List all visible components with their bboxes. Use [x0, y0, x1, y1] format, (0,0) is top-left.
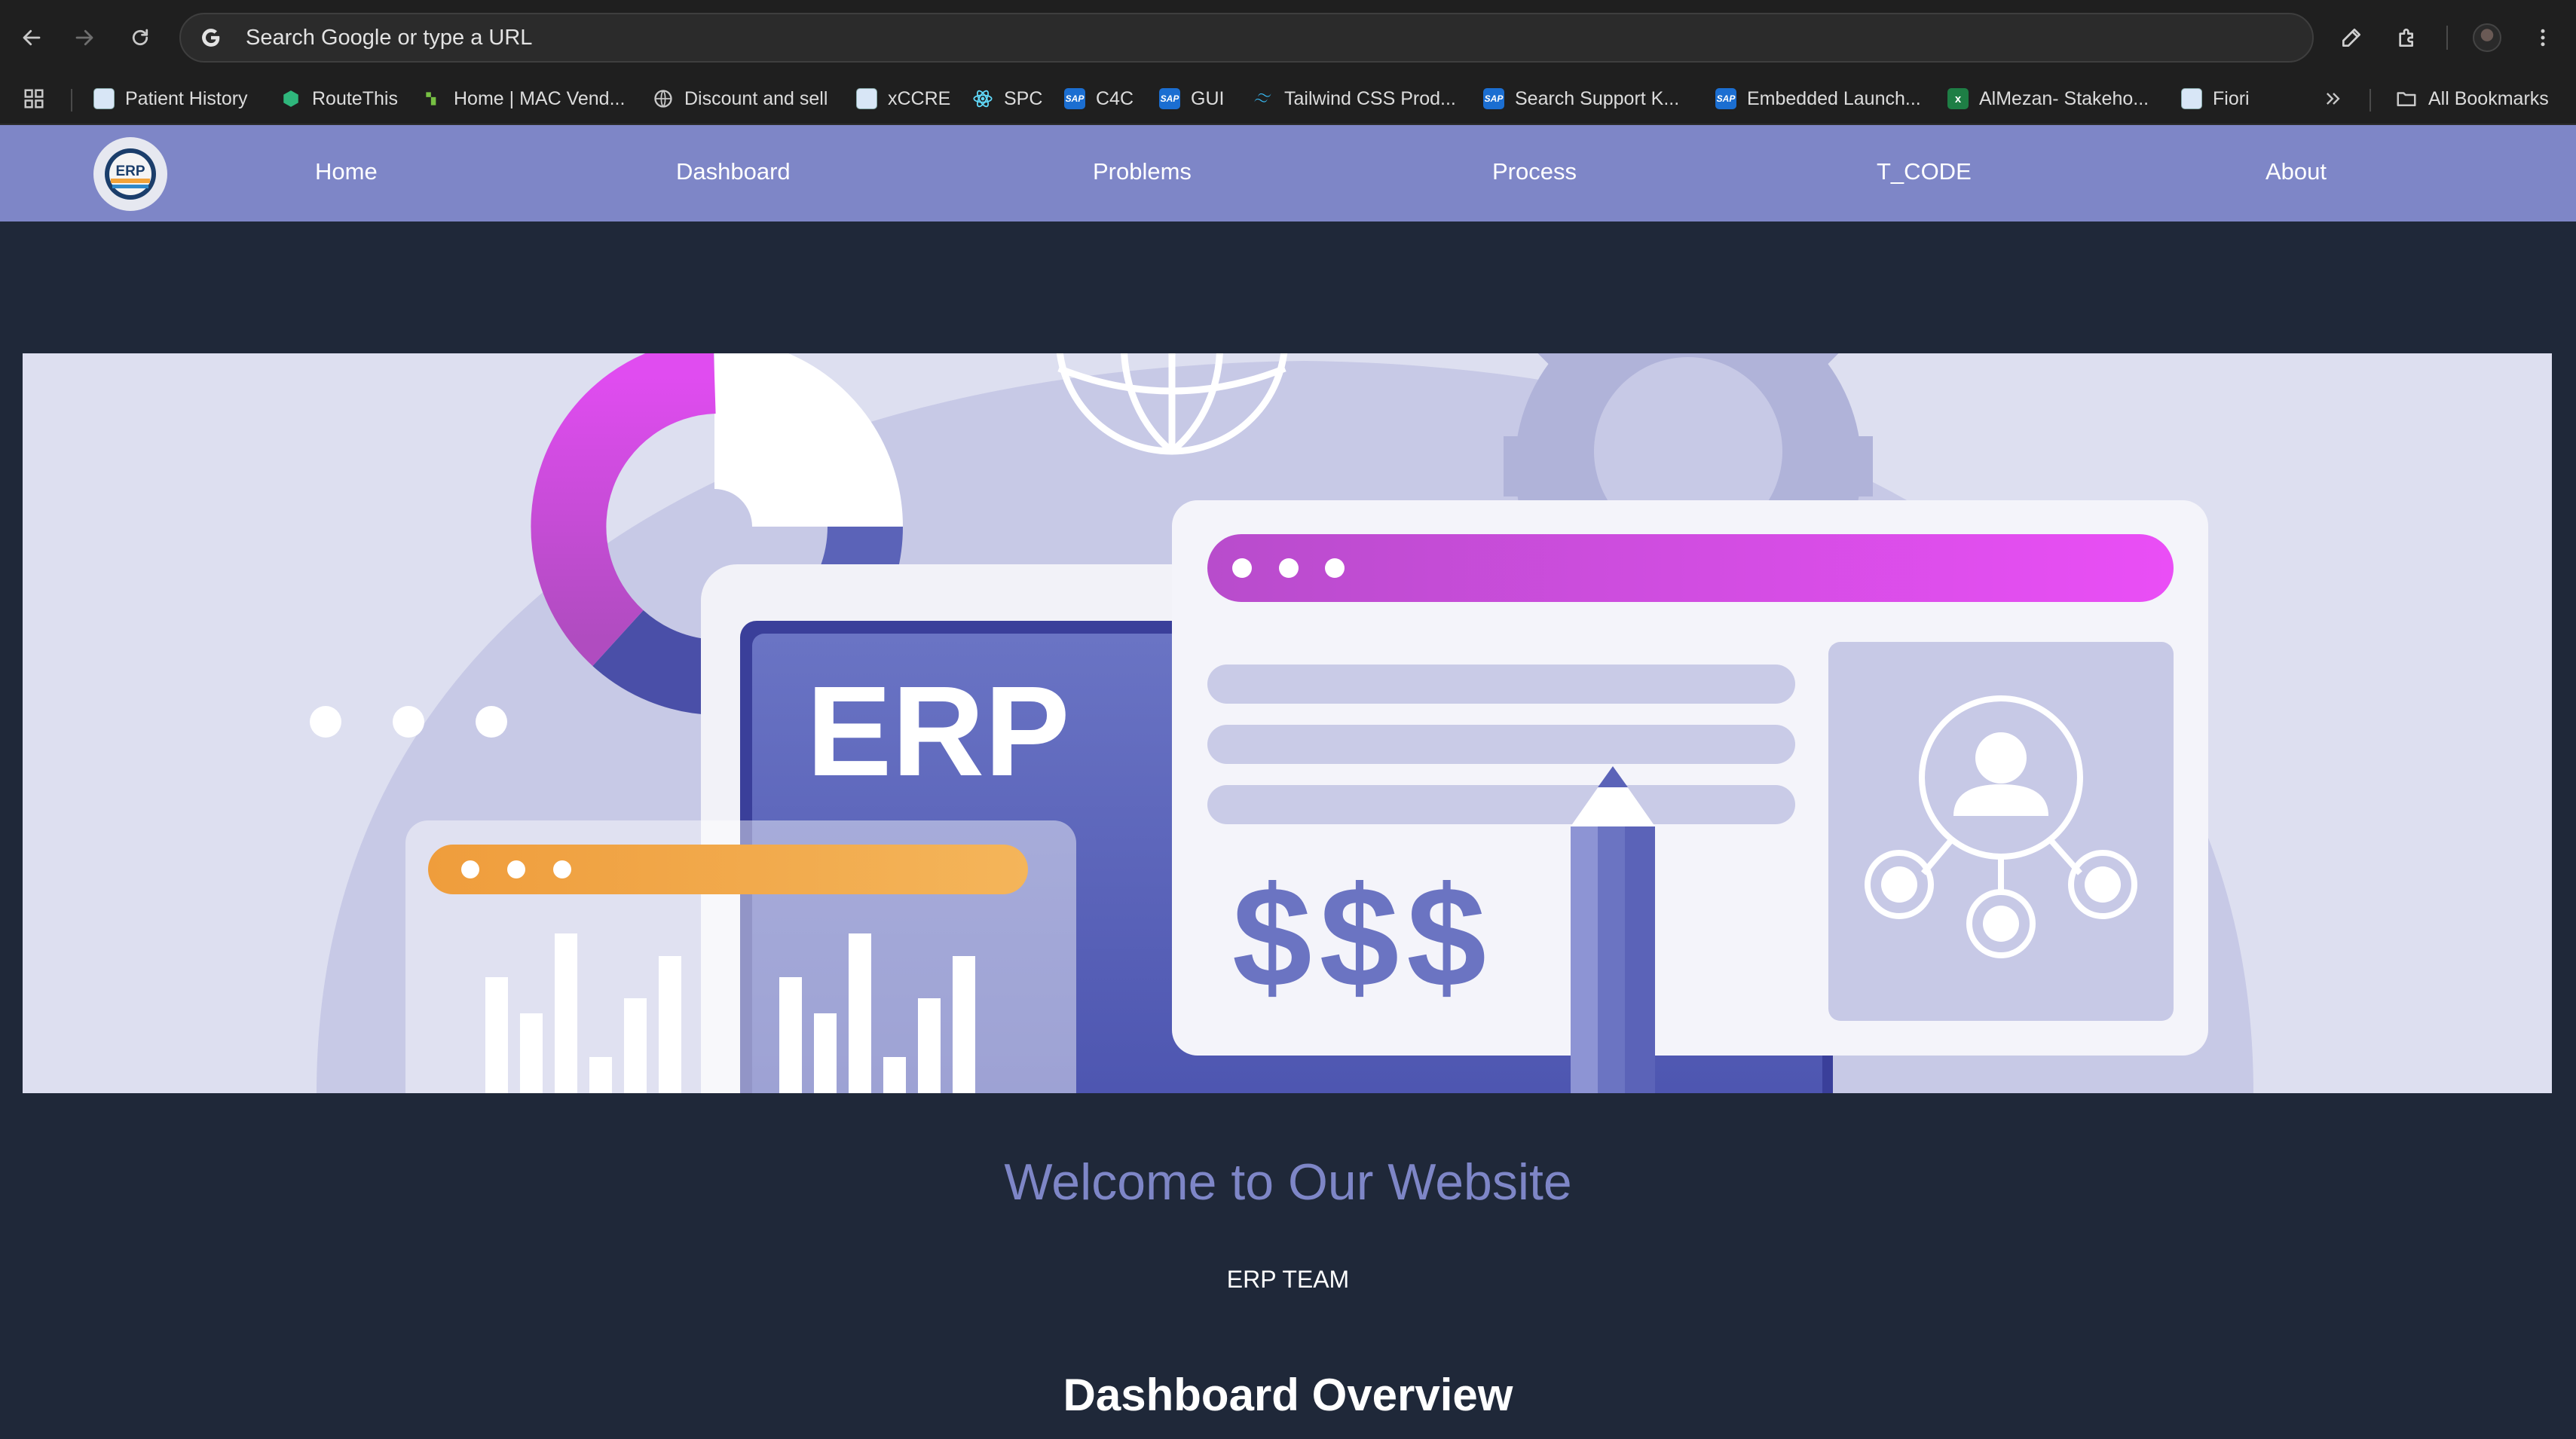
team-label: ERP TEAM — [1226, 1266, 1350, 1293]
bookmark-search-support[interactable]: SAP Search Support K... — [1483, 80, 1679, 118]
bookmark-label: C4C — [1096, 87, 1134, 109]
eyedropper-button[interactable] — [2330, 17, 2373, 59]
excel-icon: x — [1947, 88, 1969, 109]
doc-icon — [2181, 88, 2202, 109]
menu-button[interactable] — [2522, 17, 2564, 59]
bookmark-spc[interactable]: SPC — [972, 80, 1042, 118]
apps-grid-icon — [24, 89, 44, 108]
dashboard-overview-heading: Dashboard Overview — [1063, 1370, 1513, 1420]
welcome-heading: Welcome to Our Website — [1004, 1153, 1572, 1211]
bookmark-label: SPC — [1004, 87, 1043, 109]
bookmark-label: Discount and sell — [684, 87, 828, 109]
bookmark-label: Tailwind CSS Prod... — [1284, 87, 1456, 109]
bookmark-label: xCCRE — [888, 87, 951, 109]
bookmark-xccre[interactable]: xCCRE — [856, 80, 950, 118]
nav-dashboard[interactable]: Dashboard — [676, 158, 791, 185]
reload-button[interactable] — [119, 17, 161, 59]
erp-logo-icon: ERP — [105, 148, 156, 200]
avatar — [2473, 23, 2501, 52]
bookmark-discount[interactable]: Discount and sell — [653, 80, 828, 118]
bookmark-tailwind[interactable]: Tailwind CSS Prod... — [1253, 80, 1456, 118]
bookmarks-divider — [71, 89, 72, 112]
bookmarks-divider — [2369, 89, 2371, 112]
bookmarks-overflow-button[interactable] — [2323, 80, 2344, 118]
puzzle-icon — [2399, 29, 2413, 47]
extensions-button[interactable] — [2386, 17, 2428, 59]
bookmark-label: Patient History — [125, 87, 248, 109]
sap-icon: SAP — [1064, 88, 1085, 109]
forward-button[interactable] — [63, 17, 106, 59]
browser-window-card: $$$ — [1172, 500, 2208, 1056]
doc-icon — [856, 88, 877, 109]
money-text: $$$ — [1232, 857, 1494, 1017]
sap-icon: SAP — [1483, 88, 1504, 109]
nav-home[interactable]: Home — [315, 158, 378, 185]
erp-screen-text: ERP — [806, 660, 1070, 803]
folder-icon — [2397, 92, 2416, 106]
sap-icon: SAP — [1715, 88, 1736, 109]
bookmark-label: Search Support K... — [1515, 87, 1680, 109]
eyedropper-icon — [2342, 29, 2360, 47]
bookmark-routethis[interactable]: RouteThis — [280, 80, 398, 118]
site-navbar: ERP Home Dashboard Problems Process T_CO… — [0, 125, 2576, 222]
bookmark-gui[interactable]: SAP GUI — [1159, 80, 1224, 118]
all-bookmarks-button[interactable]: All Bookmarks — [2395, 80, 2549, 118]
bookmark-mac-vendor[interactable]: Home | MAC Vend... — [422, 80, 625, 118]
react-icon — [972, 88, 993, 109]
pencil-icon — [1571, 766, 1655, 1093]
bookmark-label: AlMezan- Stakeho... — [1979, 87, 2149, 109]
bookmark-label: GUI — [1191, 87, 1225, 109]
reload-icon — [132, 29, 148, 46]
nav-about[interactable]: About — [2265, 158, 2327, 185]
nav-process[interactable]: Process — [1492, 158, 1577, 185]
bookmark-patient-history[interactable]: Patient History — [93, 80, 248, 118]
nav-tcode[interactable]: T_CODE — [1877, 158, 1972, 185]
bar-chart-card — [405, 820, 1076, 1093]
globe-icon — [653, 88, 674, 109]
doc-icon — [93, 88, 115, 109]
bookmark-fiori[interactable]: Fiori — [2181, 80, 2250, 118]
address-bar[interactable]: Search Google or type a URL — [179, 13, 2314, 63]
logo-text: ERP — [115, 163, 145, 179]
routethis-icon — [280, 88, 301, 109]
tailwind-icon — [1253, 88, 1274, 109]
all-bookmarks-label: All Bookmarks — [2428, 87, 2549, 109]
chevron-double-right-icon — [2327, 93, 2340, 105]
browser-toolbar: Search Google or type a URL — [0, 0, 2576, 74]
apps-button[interactable] — [23, 80, 45, 118]
bookmark-label: RouteThis — [312, 87, 398, 109]
hero-banner: ERP $$$ — [23, 353, 2552, 1093]
nav-problems[interactable]: Problems — [1093, 158, 1192, 185]
bookmark-label: Embedded Launch... — [1747, 87, 1921, 109]
bookmark-c4c[interactable]: SAP C4C — [1064, 80, 1134, 118]
arrow-right-icon — [75, 29, 93, 46]
google-icon — [197, 24, 225, 51]
site-logo[interactable]: ERP — [93, 137, 167, 211]
bookmark-label: Home | MAC Vend... — [454, 87, 626, 109]
bookmark-label: Fiori — [2213, 87, 2250, 109]
mac-icon — [422, 88, 443, 109]
bookmarks-bar: Patient History RouteThis Home | MAC Ven… — [0, 74, 2576, 125]
arrow-left-icon — [23, 29, 41, 46]
bookmark-embedded-launch[interactable]: SAP Embedded Launch... — [1715, 80, 1921, 118]
more-vertical-icon — [2541, 29, 2545, 47]
erp-illustration: ERP $$$ — [310, 353, 2253, 1093]
profile-button[interactable] — [2466, 17, 2508, 59]
address-input[interactable]: Search Google or type a URL — [246, 26, 532, 50]
back-button[interactable] — [11, 17, 53, 59]
toolbar-divider — [2446, 26, 2448, 50]
bookmark-almezan[interactable]: x AlMezan- Stakeho... — [1947, 80, 2149, 118]
sap-icon: SAP — [1159, 88, 1180, 109]
